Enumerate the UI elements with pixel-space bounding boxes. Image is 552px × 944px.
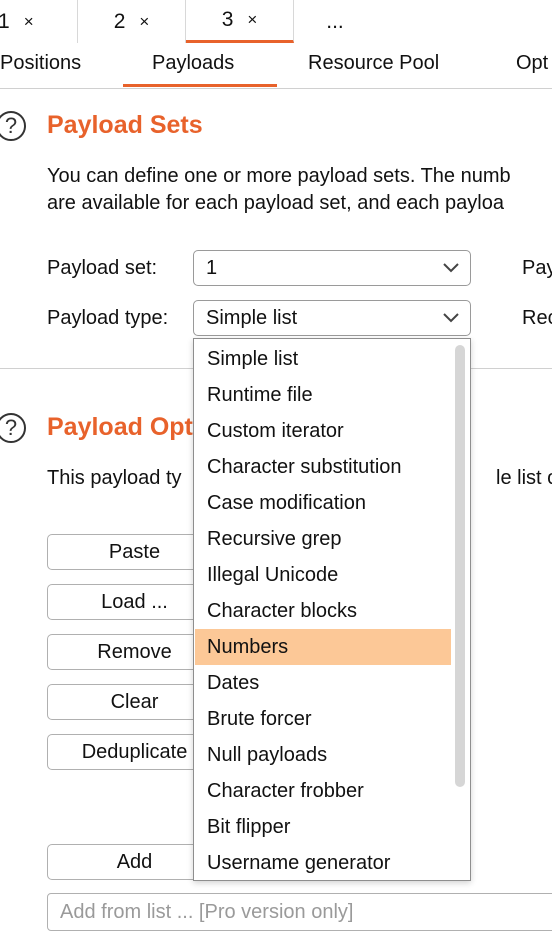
help-icon[interactable]: ? xyxy=(0,413,26,443)
dropdown-option-username-generator[interactable]: Username generator xyxy=(195,845,451,881)
close-icon[interactable]: × xyxy=(24,12,34,32)
payload-set-value: 1 xyxy=(206,257,218,279)
dropdown-option-simple-list[interactable]: Simple list xyxy=(195,341,451,377)
dropdown-scrollbar[interactable] xyxy=(455,345,465,787)
tab-number: 1 xyxy=(0,9,10,33)
dropdown-option-custom-iterator[interactable]: Custom iterator xyxy=(195,413,451,449)
payload-type-select[interactable]: Simple list xyxy=(193,300,471,336)
dropdown-option-bit-flipper[interactable]: Bit flipper xyxy=(195,809,451,845)
request-tabs-bar: 1 × 2 × 3 × ... xyxy=(0,0,552,45)
payload-type-label: Payload type: xyxy=(47,307,169,329)
payload-options-description-left: This payload ty xyxy=(47,467,182,489)
dropdown-option-brute-forcer[interactable]: Brute forcer xyxy=(195,701,451,737)
request-tab-2[interactable]: 2 × xyxy=(78,0,186,43)
dropdown-option-case-modification[interactable]: Case modification xyxy=(195,485,451,521)
payload-options-description-right: le list of s xyxy=(496,467,552,489)
payload-set-select[interactable]: 1 xyxy=(193,250,471,286)
active-tab-indicator xyxy=(123,84,277,87)
payload-sets-description-line1: You can define one or more payload sets.… xyxy=(47,165,511,187)
help-icon[interactable]: ? xyxy=(0,111,26,141)
payload-sets-description-line2: are available for each payload set, and … xyxy=(47,192,504,214)
intruder-sub-tabs: Positions Payloads Resource Pool Opt xyxy=(0,44,552,89)
close-icon[interactable]: × xyxy=(247,10,257,30)
request-tab-1[interactable]: 1 × xyxy=(0,0,78,43)
dropdown-option-numbers[interactable]: Numbers xyxy=(195,629,451,665)
chevron-down-icon xyxy=(443,313,459,323)
payload-type-dropdown[interactable]: Simple list Runtime file Custom iterator… xyxy=(193,338,471,881)
tab-positions[interactable]: Positions xyxy=(0,52,81,75)
dropdown-option-dates[interactable]: Dates xyxy=(195,665,451,701)
dropdown-option-character-substitution[interactable]: Character substitution xyxy=(195,449,451,485)
chevron-down-icon xyxy=(443,263,459,273)
tab-number: 3 xyxy=(221,8,234,31)
tab-number: 2 xyxy=(113,9,126,33)
new-tab-label: ... xyxy=(326,9,344,33)
dropdown-option-character-frobber[interactable]: Character frobber xyxy=(195,773,451,809)
dropdown-option-character-blocks[interactable]: Character blocks xyxy=(195,593,451,629)
add-from-list-select[interactable]: Add from list ... [Pro version only] xyxy=(47,893,552,931)
payload-options-title: Payload Opt xyxy=(47,413,193,441)
close-icon[interactable]: × xyxy=(139,12,149,32)
tab-options[interactable]: Opt xyxy=(516,52,548,75)
tab-resource-pool[interactable]: Resource Pool xyxy=(308,52,439,75)
tab-payloads[interactable]: Payloads xyxy=(152,52,234,75)
payload-set-label: Payload set: xyxy=(47,257,158,279)
payload-count-label: Pay xyxy=(522,257,552,279)
payload-sets-title: Payload Sets xyxy=(47,111,203,139)
dropdown-option-illegal-unicode[interactable]: Illegal Unicode xyxy=(195,557,451,593)
request-tab-3[interactable]: 3 × xyxy=(186,0,294,43)
dropdown-option-null-payloads[interactable]: Null payloads xyxy=(195,737,451,773)
request-count-label: Rec xyxy=(522,307,552,329)
dropdown-option-recursive-grep[interactable]: Recursive grep xyxy=(195,521,451,557)
new-tab-button[interactable]: ... xyxy=(294,0,376,43)
payload-type-value: Simple list xyxy=(206,307,298,329)
dropdown-option-runtime-file[interactable]: Runtime file xyxy=(195,377,451,413)
